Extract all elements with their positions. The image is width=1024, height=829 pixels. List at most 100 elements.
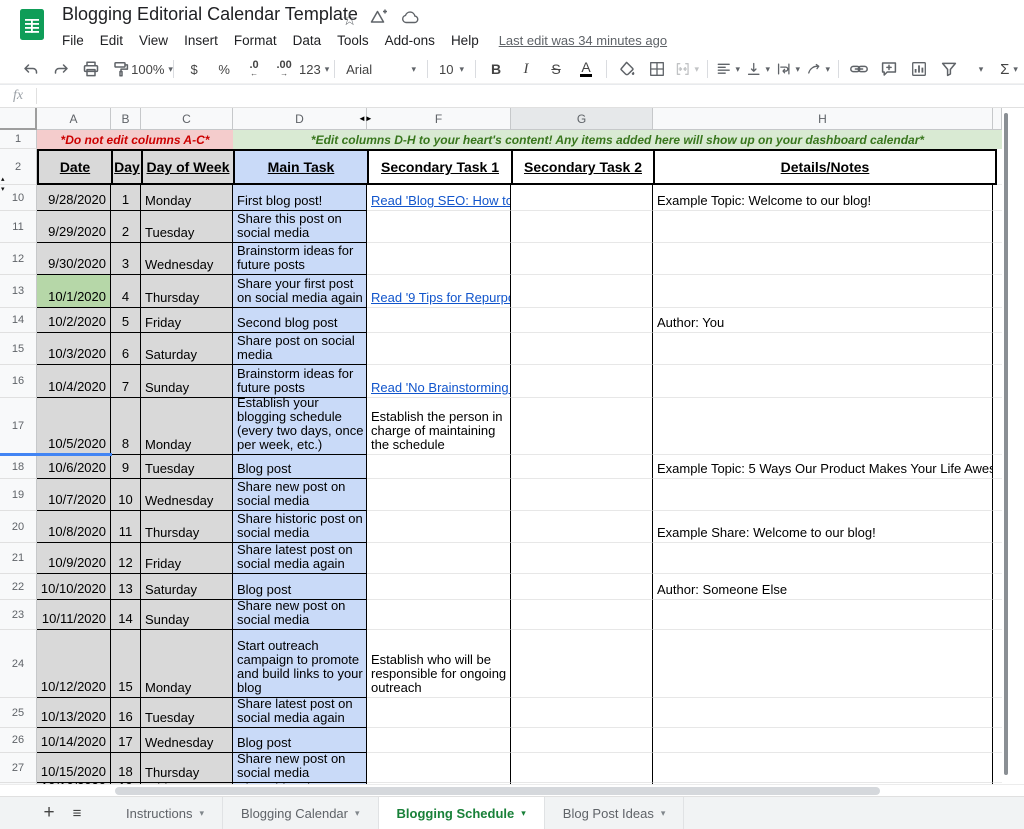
cell-date[interactable]: 10/10/2020 — [37, 574, 111, 600]
functions-button[interactable]: Σ▾ — [994, 57, 1024, 81]
cell-sliver[interactable] — [993, 574, 1002, 600]
print-icon[interactable] — [76, 57, 106, 81]
cell-secondary-task-2[interactable] — [511, 543, 653, 574]
menu-file[interactable]: File — [62, 30, 92, 51]
cell-date[interactable]: 10/14/2020 — [37, 728, 111, 753]
cell-details-notes[interactable]: Example Topic: 5 Ways Our Product Makes … — [653, 455, 993, 479]
add-sheet-button[interactable]: + — [36, 797, 62, 829]
insert-link-icon[interactable] — [844, 57, 874, 81]
cell-date[interactable]: 10/8/2020 — [37, 511, 111, 543]
menu-format[interactable]: Format — [226, 30, 285, 51]
cell-secondary-task-1[interactable]: Read 'No Brainstorming Re — [367, 365, 511, 398]
cell-details-notes[interactable] — [653, 728, 993, 753]
cell-day-number[interactable]: 2 — [111, 211, 141, 243]
cell-sliver[interactable] — [993, 275, 1002, 308]
cell-date[interactable]: 9/29/2020 — [37, 211, 111, 243]
cell-main-task[interactable]: Share new post on social media — [233, 479, 367, 511]
cell-main-task[interactable]: First blog post! — [233, 185, 367, 211]
sheet-tab-blogging-calendar[interactable]: Blogging Calendar▾ — [223, 797, 379, 829]
cell-day-number[interactable]: 8 — [111, 398, 141, 455]
cell-day-of-week[interactable]: Sunday — [141, 600, 233, 630]
merge-cells-icon[interactable]: ▾ — [672, 57, 702, 81]
column-header-a[interactable]: A — [37, 108, 111, 130]
format-percent-button[interactable]: % — [209, 57, 239, 81]
cell-secondary-task-2[interactable] — [511, 365, 653, 398]
cell-secondary-task-2[interactable] — [511, 630, 653, 698]
cell-main-task[interactable]: Start outreach campaign to promote and b… — [233, 630, 367, 698]
font-size-select[interactable]: 10▾ — [433, 57, 470, 81]
cell-secondary-task-2[interactable] — [511, 479, 653, 511]
document-title[interactable]: Blogging Editorial Calendar Template — [62, 4, 358, 25]
cell-sliver[interactable] — [993, 511, 1002, 543]
cell-main-task[interactable]: Blog post — [233, 574, 367, 600]
select-all-corner[interactable] — [0, 108, 37, 130]
horizontal-align-icon[interactable]: ▾ — [713, 57, 743, 81]
sheet-tab-blog-post-ideas[interactable]: Blog Post Ideas▾ — [545, 797, 685, 829]
row-header-25[interactable]: 25 — [0, 698, 37, 728]
cell-day-number[interactable]: 10 — [111, 479, 141, 511]
cell-day-of-week[interactable]: Thursday — [141, 511, 233, 543]
italic-button[interactable]: I — [511, 57, 541, 81]
cell-day-of-week[interactable]: Thursday — [141, 753, 233, 783]
cell-day-number[interactable]: 6 — [111, 333, 141, 365]
all-sheets-icon[interactable]: ≡ — [62, 797, 92, 829]
cell-main-task[interactable]: Blog post — [233, 455, 367, 479]
more-formats-button[interactable]: 123▾ — [299, 57, 329, 81]
cell-day-of-week[interactable]: Friday — [141, 308, 233, 333]
last-edit-link[interactable]: Last edit was 34 minutes ago — [499, 33, 667, 48]
cell-secondary-task-1[interactable] — [367, 753, 511, 783]
header-cell-date[interactable]: Date — [39, 151, 113, 183]
increase-decimals-button[interactable]: .00→ — [269, 57, 299, 81]
cell-sliver[interactable] — [993, 543, 1002, 574]
cell-secondary-task-2[interactable] — [511, 398, 653, 455]
cell-day-number[interactable]: 16 — [111, 698, 141, 728]
column-header-d[interactable]: D — [233, 108, 367, 130]
cell-day-number[interactable]: 18 — [111, 753, 141, 783]
menu-tools[interactable]: Tools — [329, 30, 377, 51]
cell-sliver[interactable] — [993, 728, 1002, 753]
cell-day-of-week[interactable]: Monday — [141, 398, 233, 455]
vertical-scrollbar[interactable] — [1002, 108, 1024, 784]
cell-main-task[interactable]: Share latest post on social media again — [233, 698, 367, 728]
menu-help[interactable]: Help — [443, 30, 487, 51]
cell-day-number[interactable]: 11 — [111, 511, 141, 543]
sheet-tab-blogging-schedule[interactable]: Blogging Schedule▾ — [379, 797, 545, 829]
cell-day-of-week[interactable]: Wednesday — [141, 728, 233, 753]
menu-insert[interactable]: Insert — [176, 30, 226, 51]
cell-day-number[interactable]: 14 — [111, 600, 141, 630]
row-header-22[interactable]: 22 — [0, 574, 37, 600]
insert-comment-icon[interactable] — [874, 57, 904, 81]
fill-color-icon[interactable] — [612, 57, 642, 81]
formula-input[interactable] — [37, 85, 1024, 107]
cell-main-task[interactable]: Brainstorm ideas for future posts — [233, 243, 367, 275]
cell-day-of-week[interactable]: Tuesday — [141, 211, 233, 243]
column-header-c[interactable]: C — [141, 108, 233, 130]
cell-main-task[interactable]: Second blog post — [233, 308, 367, 333]
row-header-10[interactable]: 10▾ — [0, 185, 37, 211]
cell-details-notes[interactable] — [653, 243, 993, 275]
cell-sliver[interactable] — [993, 455, 1002, 479]
cell-date[interactable]: 10/7/2020 — [37, 479, 111, 511]
expand-hidden-rows-down-button[interactable]: ▾ — [1, 186, 5, 193]
column-header-b[interactable]: B — [111, 108, 141, 130]
cell-secondary-task-2[interactable] — [511, 185, 653, 211]
bold-button[interactable]: B — [481, 57, 511, 81]
sheet-tab-instructions[interactable]: Instructions▾ — [108, 797, 223, 829]
font-select[interactable]: Arial▾ — [340, 57, 422, 81]
cell-day-of-week[interactable]: Friday — [141, 543, 233, 574]
cell-sliver[interactable] — [993, 600, 1002, 630]
cell-date[interactable]: 10/4/2020 — [37, 365, 111, 398]
row-header-13[interactable]: 13 — [0, 275, 37, 308]
cell-secondary-task-1[interactable] — [367, 243, 511, 275]
cell-link[interactable]: Read 'Blog SEO: How to C — [371, 194, 511, 208]
text-color-button[interactable]: A — [571, 57, 601, 81]
menu-edit[interactable]: Edit — [92, 30, 131, 51]
horizontal-scrollbar[interactable] — [0, 784, 1024, 796]
cell-main-task[interactable]: Share new post on social media — [233, 600, 367, 630]
cell-details-notes[interactable] — [653, 698, 993, 728]
row-header-24[interactable]: 24 — [0, 630, 37, 698]
cell-day-of-week[interactable]: Wednesday — [141, 479, 233, 511]
cell-sliver[interactable] — [993, 308, 1002, 333]
cell-a1-note[interactable]: *Do not edit columns A-C* — [37, 130, 233, 149]
cell-secondary-task-1[interactable]: Read '9 Tips for Repurposi — [367, 275, 511, 308]
